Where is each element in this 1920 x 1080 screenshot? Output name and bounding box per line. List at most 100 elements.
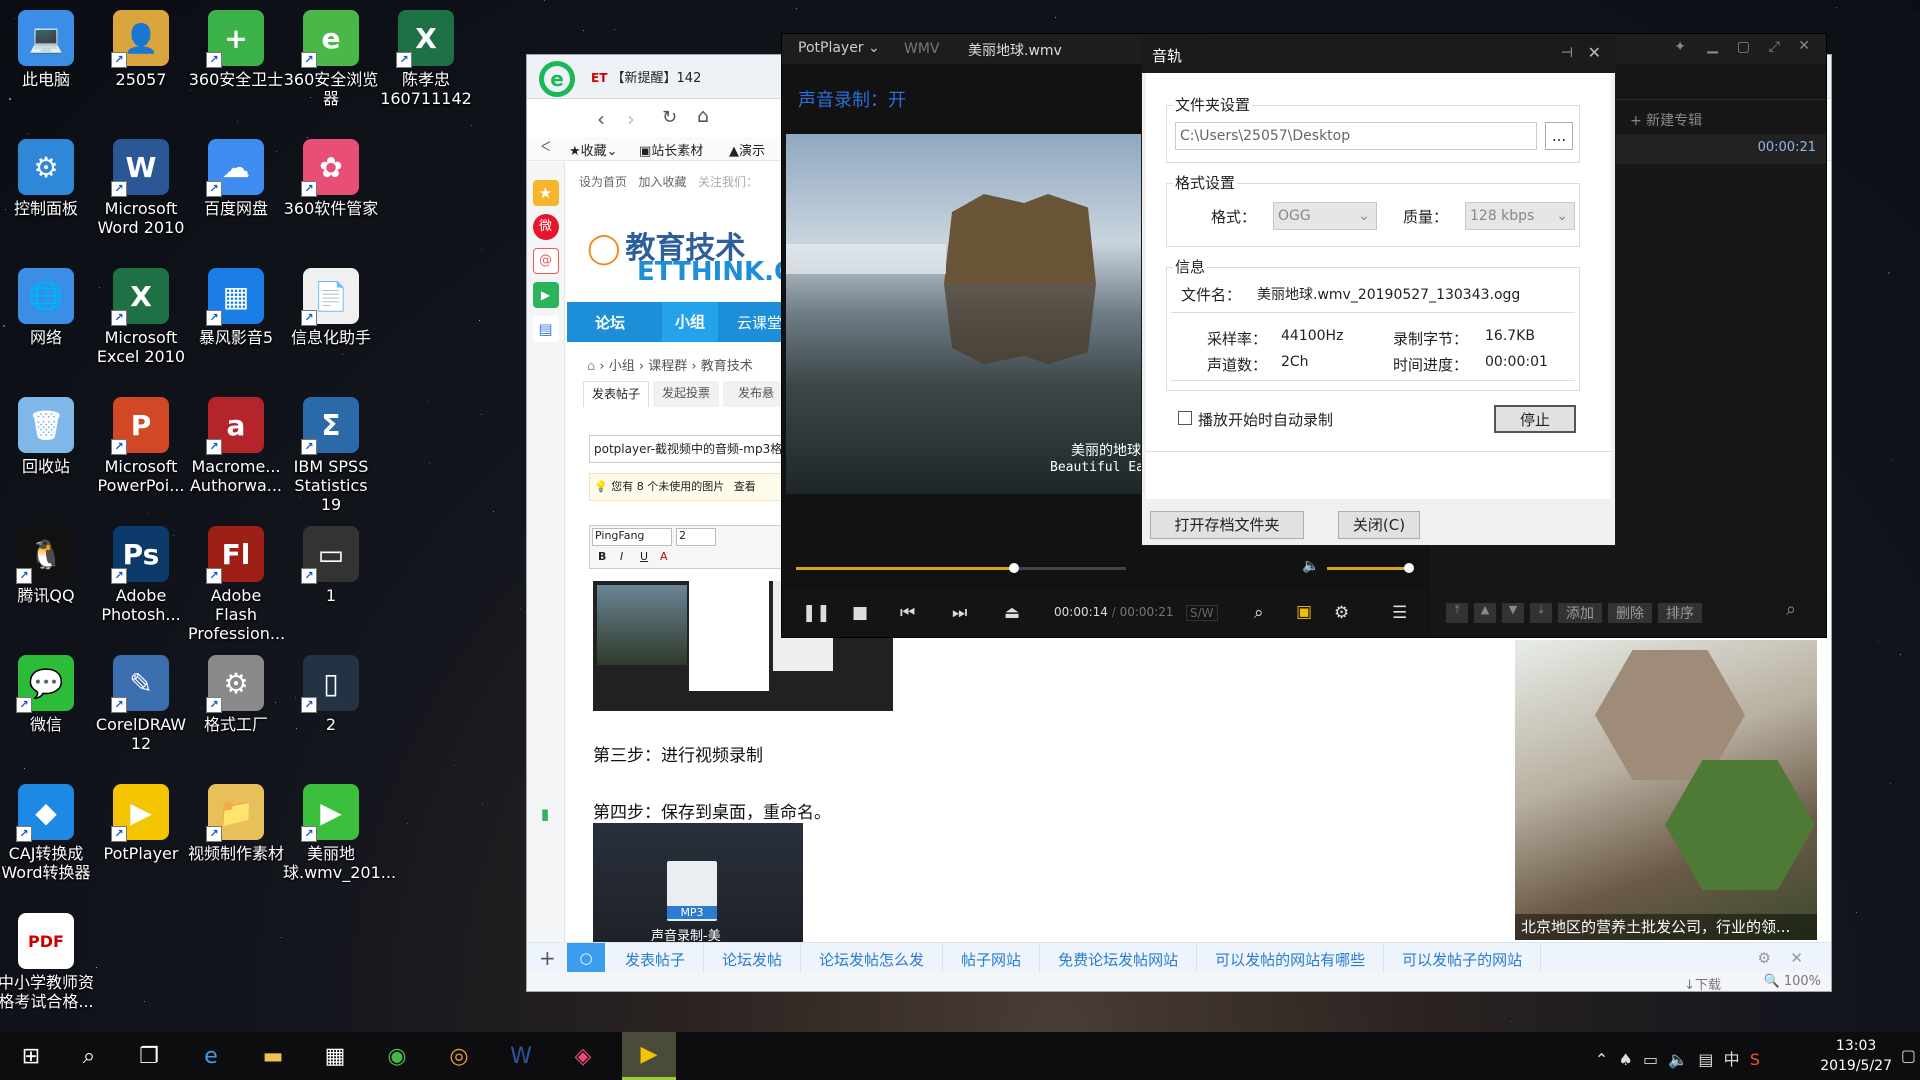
desktop-icon[interactable]: 🐧 ↗ 腾讯QQ <box>0 518 96 638</box>
360browser-icon[interactable]: ◉ <box>370 1032 424 1080</box>
sidebar-toggle-icon[interactable]: ᐸ <box>541 140 550 155</box>
browser-tab[interactable]: ET 【新提醒】142陈孝忠的 <box>591 67 701 89</box>
maximize-icon[interactable]: ▢ <box>1737 39 1750 55</box>
back-icon[interactable]: ‹ <box>597 107 605 131</box>
menu-icon[interactable]: ☰ <box>1392 603 1407 623</box>
desktop-icon[interactable]: ⚙ ↗ 格式工厂 <box>186 647 286 767</box>
delete-button[interactable]: 删除 <box>1608 603 1652 623</box>
edge-icon[interactable]: e <box>184 1032 238 1080</box>
fullscreen-icon[interactable]: ⤢ <box>1769 39 1780 55</box>
sw-decoder-button[interactable]: S/W <box>1186 605 1218 621</box>
battery-icon[interactable]: ▭ <box>1643 1050 1658 1069</box>
desktop-icon[interactable]: 🌐 网络 <box>0 260 96 380</box>
desktop-icon[interactable]: ◆ ↗ CAJ转换成Word转换器 <box>0 776 96 896</box>
search-tag[interactable]: 发表帖子 <box>607 943 705 973</box>
stop-button[interactable]: 停止 <box>1494 405 1576 433</box>
desktop-icon[interactable]: ▯ ↗ 2 <box>281 647 381 767</box>
start-button[interactable]: ⊞ <box>4 1032 58 1080</box>
desktop-icon[interactable]: ▶ ↗ 美丽地球.wmv_201... <box>281 776 396 896</box>
battery-sidebar-icon[interactable]: ▮ <box>535 805 555 829</box>
volume-handle[interactable] <box>1404 563 1414 573</box>
font-color-icon[interactable]: A <box>660 550 668 563</box>
dialog-pin-icon[interactable]: ⊣ <box>1561 45 1573 61</box>
folder-path-input[interactable]: C:\Users\25057\Desktop <box>1175 122 1537 150</box>
browse-button[interactable]: ... <box>1545 122 1573 150</box>
home-icon[interactable]: ⌂ <box>697 105 709 127</box>
quality-select[interactable]: 128 kbps ⌄ <box>1465 202 1575 230</box>
previous-icon[interactable]: ⏮ <box>900 603 915 623</box>
search-tag[interactable]: 可以发帖的网站有哪些 <box>1197 943 1385 973</box>
desktop-icon[interactable]: 💻 此电脑 <box>0 2 96 122</box>
add-button[interactable]: 添加 <box>1558 603 1602 623</box>
favorites-sidebar-icon[interactable]: ★ <box>532 180 559 206</box>
chrome-icon[interactable]: ◎ <box>432 1032 486 1080</box>
desktop-icon[interactable]: ✎ ↗ CorelDRAW 12 <box>91 647 191 767</box>
next-icon[interactable]: ⏭ <box>952 603 967 623</box>
mail-sidebar-icon[interactable]: @ <box>532 248 559 274</box>
browser-logo-icon[interactable]: e <box>539 61 575 97</box>
volume-icon[interactable]: 🔈 <box>1302 558 1319 574</box>
move-up-icon[interactable]: ▲ <box>1474 603 1496 623</box>
forward-icon[interactable]: › <box>627 107 635 131</box>
nav-xiaozu[interactable]: 小组 <box>662 302 718 342</box>
size-select[interactable]: 2 <box>676 528 716 546</box>
desktop-icon[interactable]: ▭ ↗ 1 <box>281 518 381 638</box>
search-tag[interactable]: 论坛发帖 <box>704 943 802 973</box>
close-icon[interactable]: ✕ <box>1798 38 1810 54</box>
search-icon[interactable]: ⌕ <box>62 1032 116 1080</box>
tab-post[interactable]: 发表帖子 <box>583 381 649 407</box>
minimize-icon[interactable]: ▁ <box>1707 38 1718 54</box>
file-explorer-icon[interactable]: ▬ <box>246 1032 300 1080</box>
desktop-icon[interactable]: X ↗ 陈孝忠160711142 <box>376 2 476 122</box>
sort-button[interactable]: 排序 <box>1658 603 1702 623</box>
site-logo[interactable]: ◯ 教育技术 ETTHINK.C <box>587 223 793 287</box>
weibo-sidebar-icon[interactable]: 微 <box>532 214 559 240</box>
desktop-icon[interactable]: Fl ↗ Adobe Flash Profession... <box>186 518 286 643</box>
desktop-icon[interactable]: ▦ ↗ 暴风影音5 <box>186 260 286 380</box>
move-down-icon[interactable]: ▼ <box>1502 603 1524 623</box>
desktop-icon[interactable]: X ↗ Microsoft Excel 2010 <box>91 260 191 380</box>
desktop-icon[interactable]: PDF 中小学教师资格考试合格... <box>0 905 96 1025</box>
bookmark-favorites[interactable]: ★收藏⌄ <box>569 140 618 159</box>
nav-yunketang[interactable]: 云课堂 <box>737 312 782 333</box>
dialog-close-icon[interactable]: ✕ <box>1588 43 1601 62</box>
new-album-button[interactable]: + 新建专辑 <box>1630 110 1702 130</box>
tray-expand-icon[interactable]: ⌃ <box>1595 1050 1608 1069</box>
desktop-icon[interactable]: Σ ↗ IBM SPSS Statistics 19 <box>281 389 381 514</box>
desktop-icon[interactable]: ☁ ↗ 百度网盘 <box>186 131 286 251</box>
search-tag[interactable]: 论坛发帖怎么发 <box>801 943 944 973</box>
desktop-icon[interactable]: + ↗ 360安全卫士 <box>186 2 286 122</box>
close-bar-icon[interactable]: ✕ <box>1790 949 1803 967</box>
desktop-icon[interactable]: e ↗ 360安全浏览器 <box>281 2 381 122</box>
desktop-icon[interactable]: 💬 ↗ 微信 <box>0 647 96 767</box>
breadcrumb-item[interactable]: 课程群 <box>648 359 687 374</box>
task-view-icon[interactable]: ❐ <box>122 1032 176 1080</box>
desktop-icon[interactable]: 📄 ↗ 信息化助手 <box>281 260 381 380</box>
ad-image[interactable]: 北京地区的营养土批发公司，行业的领... <box>1515 640 1817 940</box>
desktop-icon[interactable]: ▶ ↗ PotPlayer <box>91 776 191 896</box>
font-select[interactable]: PingFang <box>592 528 672 546</box>
search-tag[interactable]: 可以发帖子的网站 <box>1384 943 1542 973</box>
pin-icon[interactable]: ✦ <box>1674 39 1686 55</box>
nav-luntan[interactable]: 论坛 <box>595 312 625 333</box>
desktop-icon[interactable]: ✿ ↗ 360软件管家 <box>281 131 381 251</box>
autorecord-checkbox[interactable] <box>1178 411 1192 425</box>
tab-vote[interactable]: 发起投票 <box>653 381 719 407</box>
desktop-icon[interactable]: 🗑 回收站 <box>0 389 96 509</box>
ime-indicator[interactable]: 中 <box>1724 1050 1740 1069</box>
seek-handle[interactable] <box>1008 563 1019 573</box>
zoom-level[interactable]: 🔍 100% <box>1764 974 1822 989</box>
potplayer-taskbar-icon[interactable]: ▶ <box>622 1032 676 1080</box>
seek-bar[interactable] <box>796 563 1126 573</box>
breadcrumb-item[interactable]: 小组 <box>609 359 635 374</box>
settings-icon[interactable]: ⚙ <box>1334 603 1349 623</box>
eject-icon[interactable]: ⏏ <box>1004 603 1020 623</box>
settings-icon[interactable]: ⚙ <box>1758 949 1771 967</box>
ime-mode-icon[interactable]: ▤ <box>1698 1050 1713 1069</box>
bold-icon[interactable]: B <box>598 550 606 563</box>
desktop-icon[interactable]: W ↗ Microsoft Word 2010 <box>91 131 191 251</box>
post-title-input[interactable]: potplayer-截视频中的音频-mp3格 <box>589 435 789 463</box>
volume-tray-icon[interactable]: 🔈 <box>1668 1050 1688 1069</box>
sogou-icon[interactable]: S <box>1750 1050 1760 1069</box>
tray-app-icon[interactable]: ♠ <box>1618 1050 1632 1069</box>
